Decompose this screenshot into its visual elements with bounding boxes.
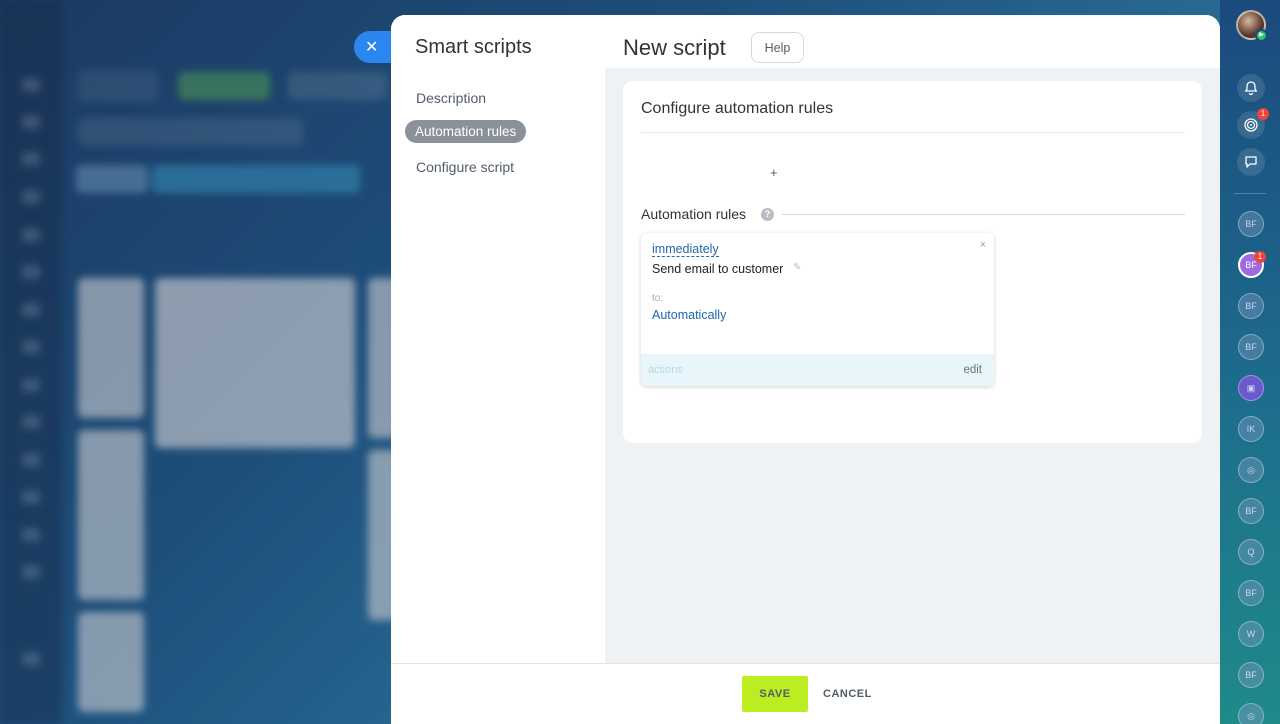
rule-actions-label: actions — [648, 364, 683, 376]
slider-footer: SAVE CANCEL — [391, 663, 1220, 724]
avatar-initials: BF — [1245, 301, 1257, 311]
current-user-avatar[interactable]: ▶ — [1236, 10, 1268, 42]
rule-name: Send email to customer — [652, 262, 784, 276]
recent-chat-avatar[interactable]: BF 1 — [1238, 251, 1266, 278]
avatar-initials: BF — [1245, 260, 1257, 270]
recent-chat-avatar[interactable]: ◎ — [1238, 457, 1264, 483]
recent-chat-avatar[interactable]: IK — [1238, 416, 1264, 442]
page-title: New script — [623, 35, 726, 60]
open-channel-icon: ◎ — [1247, 710, 1255, 721]
cancel-button[interactable]: CANCEL — [823, 676, 872, 712]
recent-chat-avatar[interactable]: BF — [1238, 498, 1264, 524]
section-divider — [782, 214, 1185, 215]
rule-footer: actions edit — [641, 354, 994, 386]
rule-edit-button[interactable]: edit — [963, 364, 982, 376]
activity-badge: 1 — [1257, 108, 1269, 120]
avatar-initials: BF — [1245, 342, 1257, 352]
card-divider — [641, 132, 1185, 133]
open-channel-icon: ◎ — [1247, 464, 1255, 475]
avatar-initials: BF — [1245, 588, 1257, 598]
rule-delete-icon[interactable]: × — [980, 239, 986, 251]
recent-chat-avatar[interactable]: BF — [1238, 662, 1264, 688]
status-play-icon: ▶ — [1255, 29, 1268, 42]
recent-chat-avatar[interactable]: W — [1238, 621, 1264, 647]
avatar-initials: BF — [1245, 670, 1257, 680]
right-sidebar: ▶ 1 BF BF 1 BF BF ▣ IK ◎ BF Q BF W BF ◎ — [1220, 0, 1280, 724]
help-question-icon[interactable]: ? — [761, 208, 774, 221]
chat-icon-svg — [1245, 156, 1257, 168]
activity-icon-svg — [1244, 118, 1258, 132]
recent-chat-avatar[interactable]: BF — [1238, 334, 1264, 360]
chat-badge: 1 — [1254, 251, 1266, 263]
contact-icon: ▣ — [1246, 382, 1256, 393]
activity-stream-icon[interactable]: 1 — [1237, 108, 1269, 139]
nav-item-description[interactable]: Description — [416, 90, 486, 106]
bell-icon[interactable] — [1237, 74, 1265, 102]
slider-header: New script Help — [605, 15, 1220, 68]
save-button[interactable]: SAVE — [742, 676, 808, 712]
slider-nav: Smart scripts Description Automation rul… — [391, 15, 605, 665]
add-stage-button[interactable]: + — [770, 165, 778, 180]
smart-scripts-slider: Smart scripts Description Automation rul… — [391, 15, 1220, 724]
recent-chat-avatar[interactable]: Q — [1238, 539, 1264, 565]
section-label: Automation rules — [641, 206, 747, 222]
pencil-icon[interactable]: ✎ — [793, 262, 801, 273]
rule-to-label: to: — [652, 293, 664, 304]
avatar-initials: BF — [1245, 219, 1257, 229]
recent-chat-avatar[interactable]: BF — [1238, 293, 1264, 319]
chat-icon[interactable] — [1237, 148, 1265, 176]
automation-card: Configure automation rules + Automation … — [623, 81, 1202, 443]
avatar-initials: IK — [1246, 424, 1256, 434]
bell-icon-svg — [1244, 81, 1258, 96]
recent-chat-avatar[interactable]: BF — [1238, 580, 1264, 606]
automation-rule-card[interactable]: immediately × Send email to customer ✎ t… — [641, 233, 994, 386]
rule-delay-link[interactable]: immediately — [652, 242, 719, 257]
help-button[interactable]: Help — [751, 32, 804, 63]
recent-chat-avatar[interactable]: ◎ — [1238, 703, 1264, 724]
rule-recipient-link[interactable]: Automatically — [652, 308, 726, 322]
nav-item-configure-script[interactable]: Configure script — [416, 159, 514, 175]
recent-chat-avatar[interactable]: ▣ — [1238, 375, 1264, 401]
close-icon: ✕ — [365, 39, 379, 56]
avatar-initials: Q — [1247, 547, 1255, 557]
sidebar-divider — [1234, 193, 1266, 194]
nav-title: Smart scripts — [415, 36, 532, 58]
avatar-initials: BF — [1245, 506, 1257, 516]
nav-item-automation-rules[interactable]: Automation rules — [405, 120, 527, 143]
recent-chat-avatar[interactable]: BF — [1238, 211, 1264, 237]
card-title: Configure automation rules — [641, 100, 834, 117]
avatar-initials: W — [1246, 629, 1256, 639]
